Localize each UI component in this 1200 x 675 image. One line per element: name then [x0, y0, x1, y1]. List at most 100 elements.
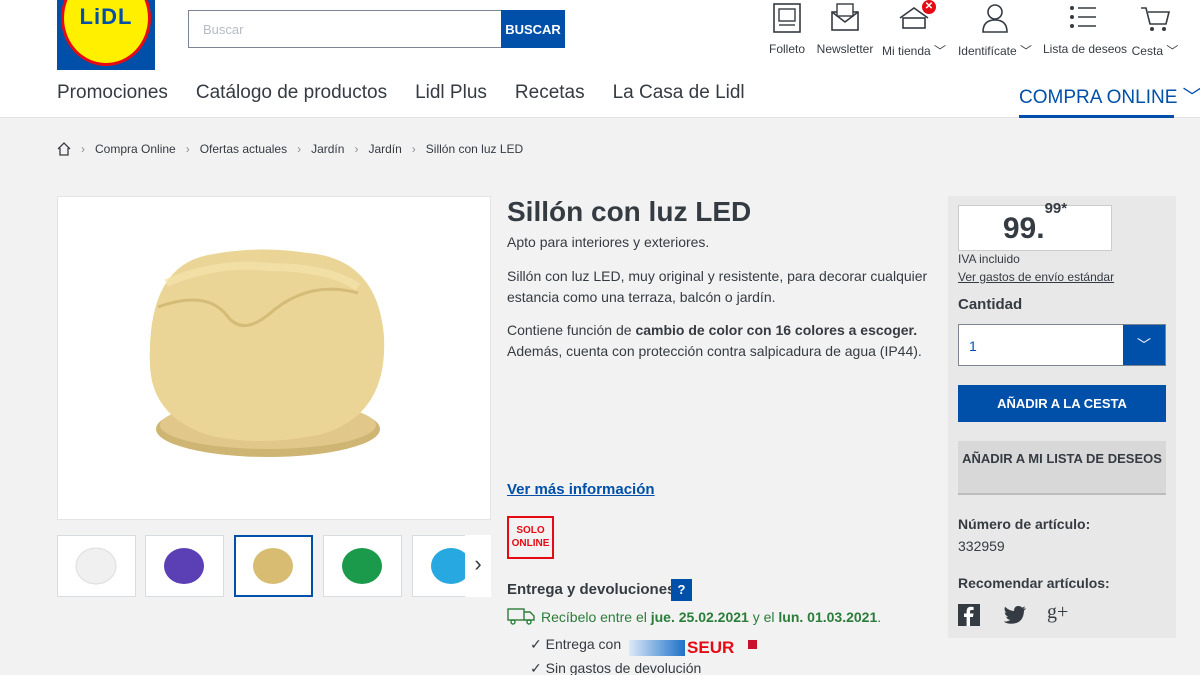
facebook-icon[interactable]	[958, 604, 980, 626]
thumbnail-image	[253, 548, 293, 584]
product-description: Sillón con luz LED, muy original y resis…	[507, 268, 928, 305]
article-number-label: Número de artículo:	[958, 516, 1091, 532]
delivery-carrier: ✓ Entrega con SEUR	[530, 636, 758, 658]
nav-lidl-plus[interactable]: Lidl Plus	[415, 82, 487, 112]
price-box: 99.99*	[958, 200, 1112, 251]
thumbnail-image	[164, 548, 204, 584]
identificate-text: Identifícate	[957, 44, 1017, 58]
util-folleto[interactable]: Folleto	[766, 0, 808, 62]
product-main-image[interactable]	[57, 196, 491, 520]
delivery-help-button[interactable]: ?	[671, 579, 692, 601]
product-features: Contiene función de cambio de color con …	[507, 320, 937, 362]
receive-mid: y el	[748, 609, 779, 625]
add-to-cart-button[interactable]: AÑADIR A LA CESTA	[958, 385, 1166, 422]
twitter-icon[interactable]	[1003, 604, 1027, 626]
online-only-badge: SOLO ONLINE	[507, 516, 554, 559]
quantity-label: Cantidad	[958, 296, 1023, 313]
price-integer: 99.	[1002, 212, 1045, 245]
breadcrumb-current: Sillón con luz LED	[425, 142, 524, 156]
util-lista-deseos[interactable]: Lista de deseos	[1043, 0, 1128, 62]
returns-text: Sin gastos de devolución	[545, 660, 702, 675]
breadcrumb: › Compra Online › Ofertas actuales › Jar…	[57, 140, 523, 158]
thumbnail-image	[75, 547, 117, 585]
thumbnail-image	[342, 548, 382, 584]
quantity-select[interactable]: 1 ﹀	[958, 324, 1166, 366]
search-button[interactable]: BUSCAR	[501, 10, 565, 48]
chevron-down-icon[interactable]: ﹀	[1123, 325, 1165, 365]
receive-date-1: jue. 25.02.2021	[650, 609, 749, 625]
nav-catalogo[interactable]: Catálogo de productos	[196, 82, 387, 112]
chevron-right-icon: ›	[411, 142, 416, 156]
recommend-label: Recomendar artículos:	[958, 575, 1110, 591]
util-label-cesta: Cesta ﹀	[1130, 42, 1180, 59]
util-mi-tienda[interactable]: ✕ Mi tienda ﹀	[882, 0, 946, 62]
util-newsletter[interactable]: Newsletter	[816, 0, 874, 62]
dpd-logo	[748, 640, 758, 649]
add-to-wishlist-button[interactable]: AÑADIR A MI LISTA DE DESEOS	[958, 441, 1166, 495]
receive-post: .	[877, 609, 882, 625]
features-bold: cambio de color con 16 colores a escoger…	[635, 322, 918, 338]
thumbnail[interactable]	[145, 535, 224, 597]
truck-icon	[507, 608, 535, 625]
quantity-value: 1	[969, 338, 977, 354]
chevron-right-icon: ›	[81, 142, 85, 156]
product-info: Sillón con luz LED Apto para interiores …	[507, 196, 937, 362]
chevron-right-icon[interactable]: ›	[465, 535, 491, 597]
more-info-link[interactable]: Ver más información	[507, 481, 655, 498]
nav-casa-lidl[interactable]: La Casa de Lidl	[613, 82, 745, 112]
delivery-returns: ✓ Sin gastos de devolución	[530, 660, 701, 675]
receive-pre: Recíbelo entre el	[541, 609, 651, 625]
breadcrumb-item[interactable]: Jardín	[311, 142, 344, 156]
home-icon[interactable]	[57, 142, 71, 156]
chair-image	[149, 249, 385, 457]
chevron-down-icon: ﹀	[1166, 44, 1179, 58]
article-number: 332959	[958, 538, 1005, 554]
mi-tienda-text: Mi tienda	[882, 44, 931, 58]
vat-note: IVA incluido	[958, 252, 1020, 266]
util-label-lista: Lista de deseos	[1043, 42, 1128, 56]
compra-online-label: COMPRA ONLINE	[1019, 87, 1178, 108]
chevron-right-icon: ›	[354, 142, 359, 156]
product-title: Sillón con luz LED	[507, 196, 752, 227]
search-bar: BUSCAR	[188, 10, 565, 48]
google-plus-icon[interactable]: g+	[1047, 601, 1068, 623]
delivery-heading: Entrega y devoluciones:	[507, 581, 681, 598]
thumbnail[interactable]	[57, 535, 136, 597]
search-input[interactable]	[188, 10, 502, 48]
shipping-costs-link[interactable]: Ver gastos de envío estándar	[958, 270, 1114, 284]
breadcrumb-item[interactable]: Ofertas actuales	[200, 142, 287, 156]
nav-compra-online[interactable]: COMPRA ONLINE ﹀	[1019, 82, 1200, 118]
features-post: Además, cuenta con protección contra sal…	[507, 343, 922, 359]
nav-recetas[interactable]: Recetas	[515, 82, 585, 112]
chevron-right-icon: ›	[297, 142, 302, 156]
main-nav: Promociones Catálogo de productos Lidl P…	[57, 82, 745, 112]
chevron-right-icon: ›	[185, 142, 190, 156]
receive-date-2: lun. 01.03.2021	[778, 609, 878, 625]
util-identificate[interactable]: Identifícate ﹀	[957, 0, 1033, 62]
chevron-down-icon: ﹀	[1020, 44, 1033, 58]
breadcrumb-item[interactable]: Jardín	[368, 142, 401, 156]
checkmark-icon: ✓	[530, 636, 542, 652]
util-label-folleto: Folleto	[768, 42, 806, 56]
price-decimal: 99*	[1044, 200, 1068, 217]
seur-logo: SEUR	[629, 638, 734, 658]
logo-text: LiDL	[79, 4, 133, 29]
user-icon	[982, 4, 1008, 33]
thumbnail-active[interactable]	[234, 535, 313, 597]
wishlist-icon	[1070, 6, 1096, 28]
thumbnail[interactable]	[323, 535, 402, 597]
lidl-logo[interactable]: LiDL	[57, 0, 155, 70]
carrier-text: Entrega con	[545, 636, 622, 652]
delivery-estimate: Recíbelo entre el jue. 25.02.2021 y el l…	[507, 607, 881, 625]
cesta-text: Cesta	[1131, 44, 1163, 58]
features-pre: Contiene función de	[507, 322, 636, 338]
cart-icon	[1141, 7, 1171, 31]
checkmark-icon: ✓	[530, 660, 542, 675]
chevron-down-icon: ﹀	[1182, 87, 1200, 108]
chevron-down-icon: ﹀	[934, 44, 947, 58]
breadcrumb-item[interactable]: Compra Online	[95, 142, 176, 156]
util-cesta[interactable]: Cesta ﹀	[1130, 0, 1180, 62]
flyer-icon	[773, 3, 801, 33]
carrier-name: SEUR	[687, 638, 735, 658]
nav-promociones[interactable]: Promociones	[57, 82, 168, 112]
